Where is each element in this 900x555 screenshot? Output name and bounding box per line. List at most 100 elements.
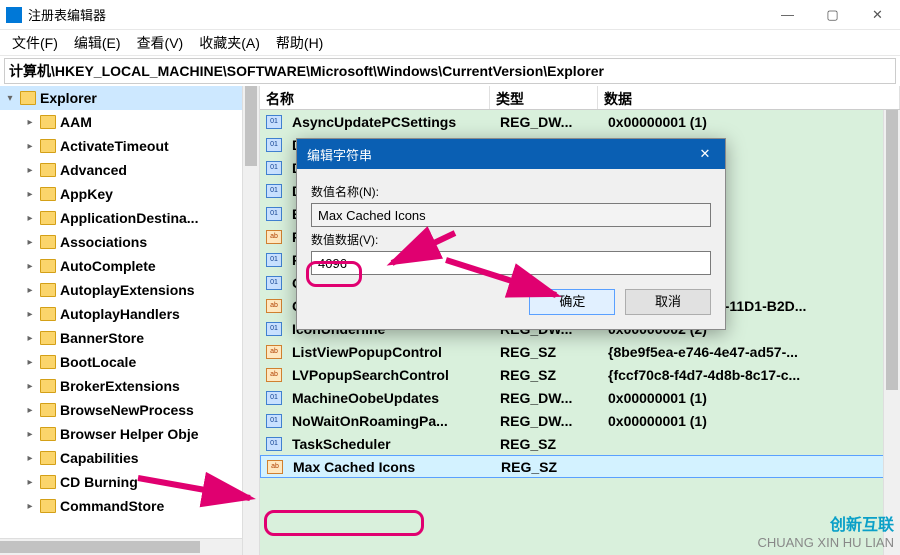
tree-label: AutoplayHandlers <box>60 306 180 322</box>
value-type-icon: 01 <box>266 115 282 129</box>
tree-node[interactable]: ▸AppKey <box>20 182 259 206</box>
value-type: REG_SZ <box>494 436 602 452</box>
maximize-button[interactable]: ▢ <box>810 0 855 30</box>
menu-view[interactable]: 查看(V) <box>129 29 192 57</box>
value-row[interactable]: 01TaskSchedulerREG_SZ <box>260 432 900 455</box>
edit-string-dialog: 编辑字符串 ✕ 数值名称(N): 数值数据(V): 确定 取消 <box>296 138 726 330</box>
tree-vscrollbar[interactable] <box>242 86 259 555</box>
tree-node[interactable]: ▸ApplicationDestina... <box>20 206 259 230</box>
scrollbar-thumb[interactable] <box>0 541 200 553</box>
value-name: MachineOobeUpdates <box>286 390 494 406</box>
value-name: TaskScheduler <box>286 436 494 452</box>
tree-node[interactable]: ▸ Capabilities <box>20 446 259 470</box>
expand-icon[interactable]: ▸ <box>24 189 36 200</box>
value-data-field[interactable] <box>311 251 711 275</box>
value-data: 0x00000001 (1) <box>602 114 900 130</box>
tree-node[interactable]: ▸ BannerStore <box>20 326 259 350</box>
tree-hscrollbar[interactable] <box>0 538 242 555</box>
title-bar: 注册表编辑器 — ▢ ✕ <box>0 0 900 30</box>
dialog-close-button[interactable]: ✕ <box>685 146 725 162</box>
list-vscrollbar[interactable] <box>883 110 900 555</box>
value-row[interactable]: 01AsyncUpdatePCSettingsREG_DW...0x000000… <box>260 110 900 133</box>
close-button[interactable]: ✕ <box>855 0 900 30</box>
expand-icon[interactable]: ▸ <box>24 453 36 464</box>
tree-label: Capabilities <box>60 450 139 466</box>
expand-icon[interactable]: ▸ <box>24 285 36 296</box>
cancel-button[interactable]: 取消 <box>625 289 711 315</box>
dialog-titlebar[interactable]: 编辑字符串 ✕ <box>297 139 725 169</box>
menu-help[interactable]: 帮助(H) <box>268 29 331 57</box>
value-type-icon: 01 <box>266 253 282 267</box>
tree-node[interactable]: ▸AutoComplete <box>20 254 259 278</box>
value-type-icon: 01 <box>266 391 282 405</box>
expand-icon[interactable]: ▾ <box>4 93 16 104</box>
value-type: REG_SZ <box>494 367 602 383</box>
tree-node[interactable]: ▸Advanced <box>20 158 259 182</box>
value-row[interactable]: abMax Cached IconsREG_SZ <box>260 455 900 478</box>
expand-icon[interactable]: ▸ <box>24 141 36 152</box>
value-name-field[interactable] <box>311 203 711 227</box>
expand-icon[interactable]: ▸ <box>24 477 36 488</box>
expand-icon[interactable]: ▸ <box>24 309 36 320</box>
expand-icon[interactable]: ▸ <box>24 261 36 272</box>
tree-node[interactable]: ▸BrokerExtensions <box>20 374 259 398</box>
menu-favorites[interactable]: 收藏夹(A) <box>191 29 268 57</box>
tree-node[interactable]: ▸CD Burning <box>20 470 259 494</box>
value-name: ListViewPopupControl <box>286 344 494 360</box>
tree-label: AAM <box>60 114 92 130</box>
expand-icon[interactable]: ▸ <box>24 117 36 128</box>
folder-icon <box>40 115 56 129</box>
tree-node[interactable]: ▸AutoplayExtensions <box>20 278 259 302</box>
tree-label: BrowseNewProcess <box>60 402 194 418</box>
value-row[interactable]: abLVPopupSearchControlREG_SZ{fccf70c8-f4… <box>260 363 900 386</box>
expand-icon[interactable]: ▸ <box>24 357 36 368</box>
col-type[interactable]: 类型 <box>490 86 598 109</box>
folder-icon <box>40 259 56 273</box>
tree-label: BannerStore <box>60 330 144 346</box>
tree-node-explorer[interactable]: ▾ Explorer <box>0 86 259 110</box>
expand-icon[interactable]: ▸ <box>24 381 36 392</box>
expand-icon[interactable]: ▸ <box>24 165 36 176</box>
value-type-icon: 01 <box>266 138 282 152</box>
value-row[interactable]: abListViewPopupControlREG_SZ{8be9f5ea-e7… <box>260 340 900 363</box>
value-data: 0x00000001 (1) <box>602 413 900 429</box>
value-type: REG_SZ <box>495 459 603 475</box>
folder-icon <box>40 307 56 321</box>
expand-icon[interactable]: ▸ <box>24 333 36 344</box>
value-type-icon: ab <box>266 368 282 382</box>
tree-node[interactable]: ▸BootLocale <box>20 350 259 374</box>
value-type: REG_DW... <box>494 114 602 130</box>
window-controls: — ▢ ✕ <box>765 0 900 30</box>
tree-node[interactable]: ▸ BrowseNewProcess <box>20 398 259 422</box>
col-data[interactable]: 数据 <box>598 86 900 109</box>
tree-node[interactable]: ▸ActivateTimeout <box>20 134 259 158</box>
expand-icon[interactable]: ▸ <box>24 237 36 248</box>
app-icon <box>6 7 22 23</box>
value-name: LVPopupSearchControl <box>286 367 494 383</box>
tree-node[interactable]: ▸Browser Helper Obje <box>20 422 259 446</box>
ok-button[interactable]: 确定 <box>529 289 615 315</box>
tree-node[interactable]: ▸ AAM <box>20 110 259 134</box>
scrollbar-thumb[interactable] <box>245 86 257 166</box>
tree-node[interactable]: ▸Associations <box>20 230 259 254</box>
value-name-label: 数值名称(N): <box>311 183 711 200</box>
expand-icon[interactable]: ▸ <box>24 213 36 224</box>
value-row[interactable]: 01NoWaitOnRoamingPa...REG_DW...0x0000000… <box>260 409 900 432</box>
tree-node[interactable]: ▸CommandStore <box>20 494 259 518</box>
expand-icon[interactable]: ▸ <box>24 429 36 440</box>
expand-icon[interactable]: ▸ <box>24 501 36 512</box>
value-row[interactable]: 01MachineOobeUpdatesREG_DW...0x00000001 … <box>260 386 900 409</box>
menu-edit[interactable]: 编辑(E) <box>66 29 129 57</box>
address-bar[interactable]: 计算机\HKEY_LOCAL_MACHINE\SOFTWARE\Microsof… <box>4 58 896 84</box>
tree-node[interactable]: ▸ AutoplayHandlers <box>20 302 259 326</box>
watermark-brand: 创新互联 <box>757 516 894 535</box>
column-headers: 名称 类型 数据 <box>260 86 900 110</box>
menu-file[interactable]: 文件(F) <box>4 29 66 57</box>
expand-icon[interactable]: ▸ <box>24 405 36 416</box>
minimize-button[interactable]: — <box>765 0 810 30</box>
menu-bar: 文件(F) 编辑(E) 查看(V) 收藏夹(A) 帮助(H) <box>0 30 900 56</box>
tree-pane: ▾ Explorer ▸ AAM ▸ActivateTimeout▸Advanced… <box>0 86 260 555</box>
scrollbar-thumb[interactable] <box>886 110 898 390</box>
col-name[interactable]: 名称 <box>260 86 490 109</box>
folder-icon <box>40 355 56 369</box>
